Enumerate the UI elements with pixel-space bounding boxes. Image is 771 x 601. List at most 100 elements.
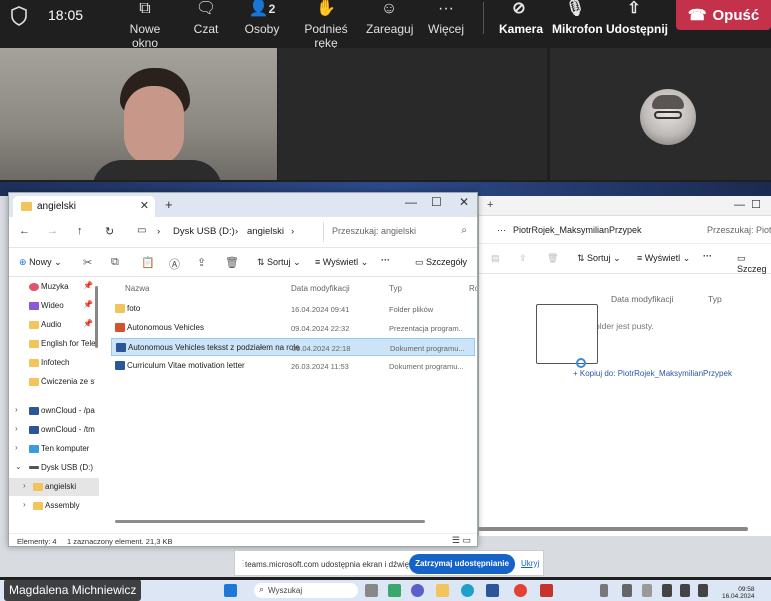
- maximize-icon[interactable]: ☐: [431, 195, 442, 209]
- column-date[interactable]: Data modyfikacji: [291, 284, 350, 293]
- participant-avatar-tile[interactable]: [550, 48, 771, 180]
- sidebar-item-usb-drive[interactable]: ⌄ Dysk USB (D:): [9, 459, 99, 477]
- search-input[interactable]: Przeszukaj: angielski ⌕: [323, 222, 473, 242]
- teams-icon[interactable]: [411, 584, 424, 597]
- file-row[interactable]: Curriculum Vitae motivation letter 26.03…: [111, 357, 475, 375]
- mic-icon[interactable]: [642, 584, 652, 597]
- close-icon[interactable]: ✕: [459, 195, 469, 209]
- raise-hand-button[interactable]: ✋ Podnieś rękę: [294, 0, 358, 50]
- react-button[interactable]: ☺ Zareaguj: [366, 0, 413, 36]
- minimize-icon[interactable]: —: [405, 195, 417, 209]
- file-row-selected[interactable]: Autonomous Vehicles teksst z podziałem n…: [111, 338, 475, 356]
- sidebar-item-cwiczenia[interactable]: Ćwiczenia ze stre: [9, 373, 99, 391]
- search-input[interactable]: Przeszukaj: PiotrRo: [707, 225, 771, 235]
- sort-button[interactable]: ⇅ Sortuj ⌄: [257, 257, 301, 268]
- tray-chevron-icon[interactable]: [600, 584, 608, 597]
- microphone-button[interactable]: 🎙 Mikrofon: [552, 0, 603, 36]
- copy-icon[interactable]: ⧉: [111, 256, 119, 269]
- view-button[interactable]: ≡ Wyświetl ⌄: [637, 253, 690, 264]
- file-explorer-icon[interactable]: [436, 584, 449, 597]
- share-button[interactable]: ⇧ Udostępnij: [606, 0, 668, 36]
- people-button[interactable]: 👤2 Osoby: [244, 0, 280, 36]
- leave-button[interactable]: ☎ Opuść: [676, 0, 771, 30]
- more-button[interactable]: ··· Więcej: [428, 0, 464, 36]
- breadcrumb-drive[interactable]: Dysk USB (D:): [173, 226, 235, 237]
- sidebar-item-infotech[interactable]: Infotech: [9, 354, 99, 372]
- explorer-window-right[interactable]: + — ☐ ··· PiotrRojek_MaksymilianPrzypek …: [478, 196, 771, 536]
- sidebar-item-audio[interactable]: Audio 📌: [9, 316, 99, 334]
- participant-video-tile[interactable]: [0, 48, 277, 180]
- rename-icon[interactable]: Ⓐ: [169, 256, 180, 272]
- app-tray-icon[interactable]: [622, 584, 632, 597]
- sort-button[interactable]: ⇅ Sortuj ⌄: [577, 253, 621, 264]
- sidebar-item-english[interactable]: English for Telec: [9, 335, 99, 353]
- delete-icon[interactable]: 🗑: [225, 256, 239, 269]
- chevron-down-icon: ⌄: [15, 462, 22, 471]
- refresh-icon[interactable]: ↻: [105, 225, 114, 238]
- up-icon[interactable]: ↑: [77, 225, 83, 237]
- sidebar-scrollbar[interactable]: [95, 286, 98, 348]
- sidebar-item-assembly[interactable]: › Assembly: [9, 497, 99, 515]
- toolbar-divider: [483, 2, 484, 34]
- address-bar[interactable]: ··· PiotrRojek_MaksymilianPrzypek Przesz…: [479, 216, 771, 244]
- task-view-icon[interactable]: [365, 584, 378, 597]
- breadcrumb-folder[interactable]: angielski: [247, 226, 284, 237]
- details-button[interactable]: ▭ Szczeg: [737, 253, 771, 274]
- folder-icon: [29, 321, 39, 329]
- hide-link[interactable]: Ukryj: [521, 559, 539, 568]
- column-name[interactable]: Nazwa: [125, 284, 149, 293]
- wifi-icon[interactable]: [662, 584, 672, 597]
- column-type[interactable]: Typ: [389, 284, 402, 293]
- sidebar-item-owncloud-1[interactable]: › ownCloud - /pa: [9, 402, 99, 420]
- file-row[interactable]: foto 16.04.2024 09:41 Folder plików: [111, 300, 475, 318]
- battery-icon[interactable]: [698, 584, 708, 597]
- drag-preview: [536, 304, 598, 364]
- camera-button[interactable]: ⊘ Kamera: [499, 0, 543, 36]
- sidebar-item-angielski[interactable]: › angielski: [9, 478, 99, 496]
- view-toggle-icon[interactable]: ☰ ▭: [452, 535, 471, 546]
- explorer-window-left[interactable]: angielski ✕ + — ☐ ✕ ← → ↑ ↻ ▭ › Dysk USB…: [8, 192, 478, 547]
- new-button[interactable]: ⊕ Nowy ⌄: [19, 257, 62, 268]
- close-tab-icon[interactable]: ✕: [140, 199, 149, 212]
- sidebar-item-muzyka[interactable]: Muzyka 📌: [9, 278, 99, 296]
- taskbar-clock[interactable]: 09:58 16.04.2024: [722, 586, 755, 600]
- sidebar-item-owncloud-2[interactable]: › ownCloud - /tm: [9, 421, 99, 439]
- store-icon[interactable]: [486, 584, 499, 597]
- widgets-icon[interactable]: [388, 584, 401, 597]
- forward-icon[interactable]: →: [47, 225, 58, 237]
- sidebar-item-this-pc[interactable]: › Ten komputer: [9, 440, 99, 458]
- more-path-icon[interactable]: ···: [497, 225, 506, 235]
- sidebar-item-wideo[interactable]: Wideo 📌: [9, 297, 99, 315]
- new-window-button[interactable]: ⧉ Nowe okno: [117, 0, 173, 50]
- chrome-icon[interactable]: [514, 584, 527, 597]
- new-tab-icon[interactable]: +: [487, 199, 493, 211]
- file-row[interactable]: Autonomous Vehicles 09.04.2024 22:32 Pre…: [111, 319, 475, 337]
- pin-icon: 📌: [83, 300, 93, 309]
- more-options-button[interactable]: ···: [703, 251, 712, 261]
- cut-icon[interactable]: ✂: [83, 256, 92, 269]
- windows-start-icon[interactable]: [224, 584, 237, 597]
- column-type[interactable]: Typ: [708, 294, 722, 304]
- edge-icon[interactable]: [461, 584, 474, 597]
- breadcrumb-folder[interactable]: PiotrRojek_MaksymilianPrzypek: [513, 225, 642, 235]
- maximize-icon[interactable]: — ☐: [734, 198, 761, 211]
- more-options-button[interactable]: ···: [381, 255, 390, 265]
- horizontal-scrollbar[interactable]: [115, 520, 425, 523]
- tab-angielski[interactable]: angielski ✕: [13, 196, 155, 217]
- navigation-bar: ← → ↑ ↻ ▭ › Dysk USB (D:) › angielski › …: [9, 217, 477, 247]
- taskbar-search[interactable]: ⌕ Wyszukaj: [254, 583, 358, 598]
- back-icon[interactable]: ←: [19, 225, 30, 237]
- details-button[interactable]: ▭ Szczegóły: [415, 257, 467, 268]
- horizontal-scrollbar-right[interactable]: [478, 527, 748, 531]
- new-tab-button[interactable]: +: [165, 197, 173, 212]
- view-button[interactable]: ≡ Wyświetl ⌄: [315, 257, 368, 268]
- column-date[interactable]: Data modyfikacji: [611, 294, 673, 304]
- stop-sharing-button[interactable]: Zatrzymaj udostępnianie: [409, 554, 515, 574]
- share-icon[interactable]: ⇪: [197, 256, 206, 269]
- chat-button[interactable]: 🗨 Czat: [190, 0, 222, 36]
- column-size[interactable]: Rozm: [469, 284, 477, 293]
- pin-icon: 📌: [83, 281, 93, 290]
- pdf-icon[interactable]: [540, 584, 553, 597]
- paste-icon[interactable]: 📋: [141, 256, 155, 269]
- volume-icon[interactable]: [680, 584, 690, 597]
